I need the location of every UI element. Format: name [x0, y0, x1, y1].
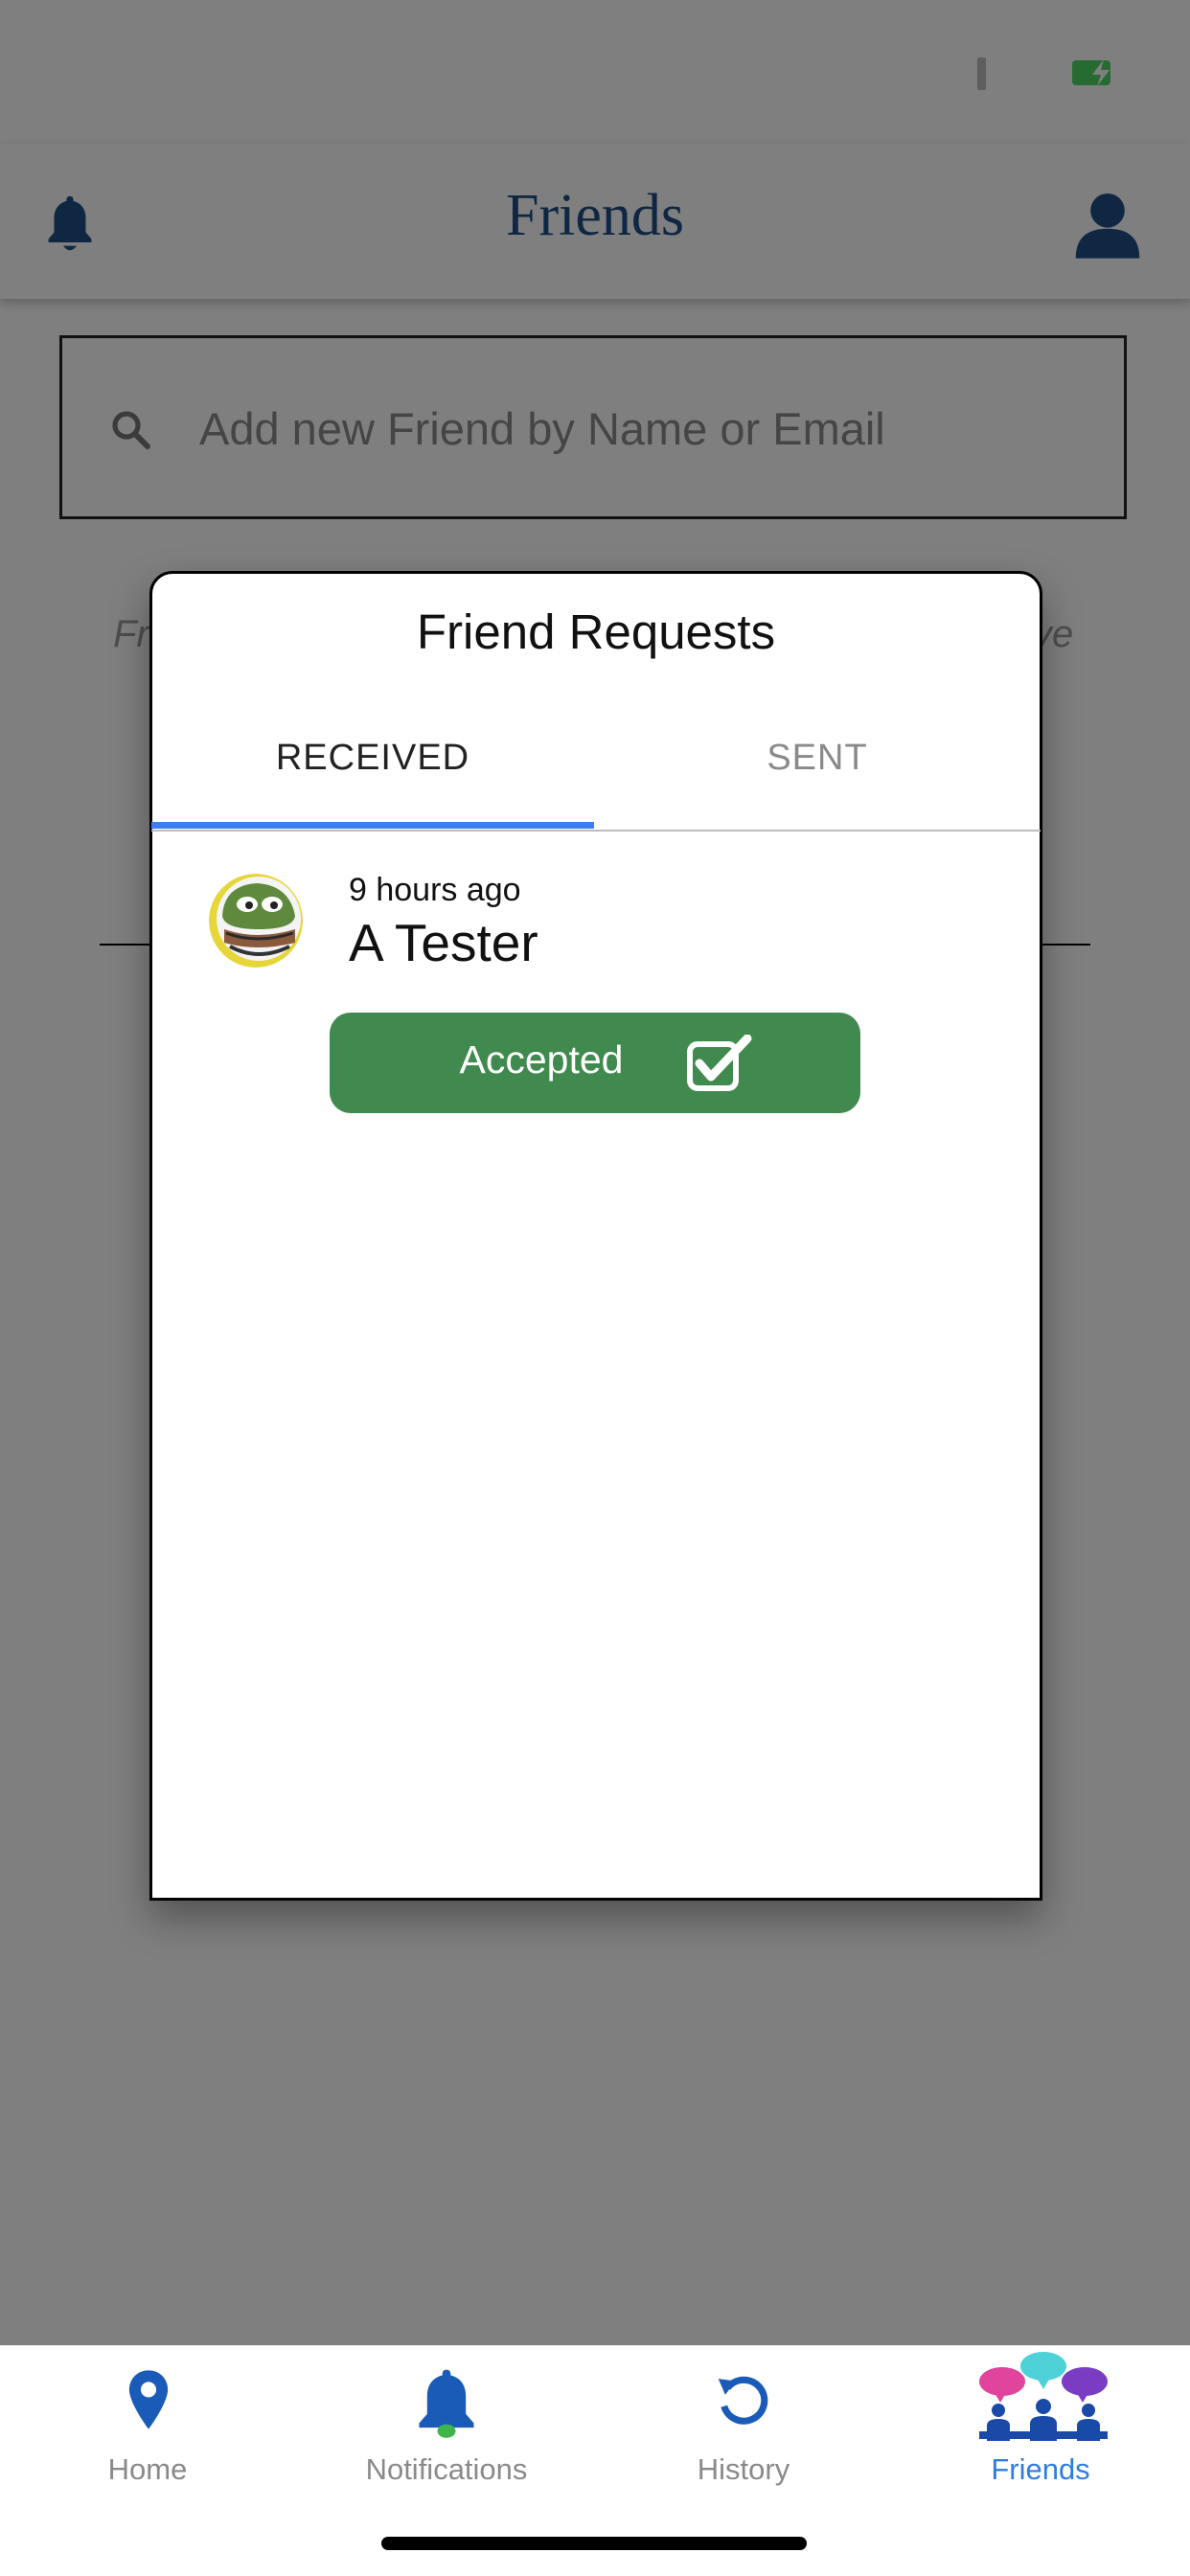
requester-name: A Tester — [349, 913, 538, 972]
bell-icon — [419, 2369, 474, 2438]
modal-title: Friend Requests — [416, 604, 776, 659]
tab-label: Home — [107, 2452, 188, 2486]
avatar-image — [209, 874, 303, 968]
friends-group-icon — [979, 2352, 1108, 2441]
map-pin-icon — [128, 2370, 169, 2429]
tab-label: History — [697, 2452, 790, 2486]
tab-home[interactable]: Home — [33, 2364, 263, 2508]
avatar — [209, 874, 303, 968]
history-icon — [718, 2376, 768, 2425]
active-tab-indicator — [151, 822, 594, 829]
tab-sent[interactable]: SENT — [594, 738, 1041, 779]
request-timestamp: 9 hours ago — [349, 872, 521, 908]
home-indicator[interactable] — [381, 2537, 807, 2550]
tab-history[interactable]: History — [629, 2364, 858, 2508]
checkbox-checked-icon — [687, 1035, 752, 1091]
tab-notifications[interactable]: Notifications — [332, 2364, 561, 2508]
tab-friends[interactable]: Friends — [926, 2347, 1156, 2508]
tab-label: Notifications — [365, 2452, 528, 2486]
tab-divider — [151, 830, 1041, 832]
tab-label: Friends — [991, 2452, 1090, 2486]
tab-received[interactable]: RECEIVED — [151, 738, 594, 779]
